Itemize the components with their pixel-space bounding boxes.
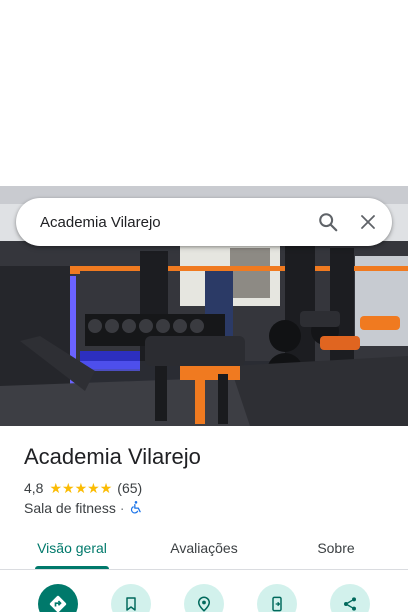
search-bar[interactable]: Academia Vilarejo xyxy=(16,198,392,246)
category-row: Sala de fitness · xyxy=(24,500,143,516)
rating-row[interactable]: 4,8 ★ ★ ★ ★ ★ (65) xyxy=(24,480,142,496)
nearby-icon[interactable] xyxy=(184,584,224,612)
star-icon: ★ xyxy=(74,480,88,496)
search-icon[interactable] xyxy=(308,202,348,242)
place-title: Academia Vilarejo xyxy=(24,444,201,469)
review-count[interactable]: (65) xyxy=(117,480,142,496)
share-icon[interactable] xyxy=(330,584,370,612)
tab-about[interactable]: Sobre xyxy=(286,526,386,570)
star-icon: ★ xyxy=(49,480,63,496)
tab-reviews[interactable]: Avaliações xyxy=(154,526,254,570)
send-to-phone-icon[interactable] xyxy=(257,584,297,612)
active-tab-indicator xyxy=(35,566,109,569)
action-buttons xyxy=(0,584,408,612)
place-category: Sala de fitness xyxy=(24,500,116,516)
map-blank-area xyxy=(0,0,408,186)
separator: · xyxy=(119,500,125,516)
wheelchair-accessible-icon xyxy=(129,500,143,517)
star-icon: ★ xyxy=(62,480,75,496)
bookmark-icon[interactable] xyxy=(111,584,151,612)
rating-value: 4,8 xyxy=(24,480,44,496)
star-icon: ★ xyxy=(87,480,100,496)
tab-bar: Visão geral Avaliações Sobre xyxy=(0,526,408,570)
star-icon: ★ xyxy=(99,480,113,496)
close-icon[interactable] xyxy=(348,202,388,242)
search-input[interactable]: Academia Vilarejo xyxy=(40,214,308,231)
star-rating: ★ ★ ★ ★ ★ xyxy=(49,481,112,495)
directions-icon[interactable] xyxy=(38,584,78,612)
tab-overview[interactable]: Visão geral xyxy=(22,526,122,570)
